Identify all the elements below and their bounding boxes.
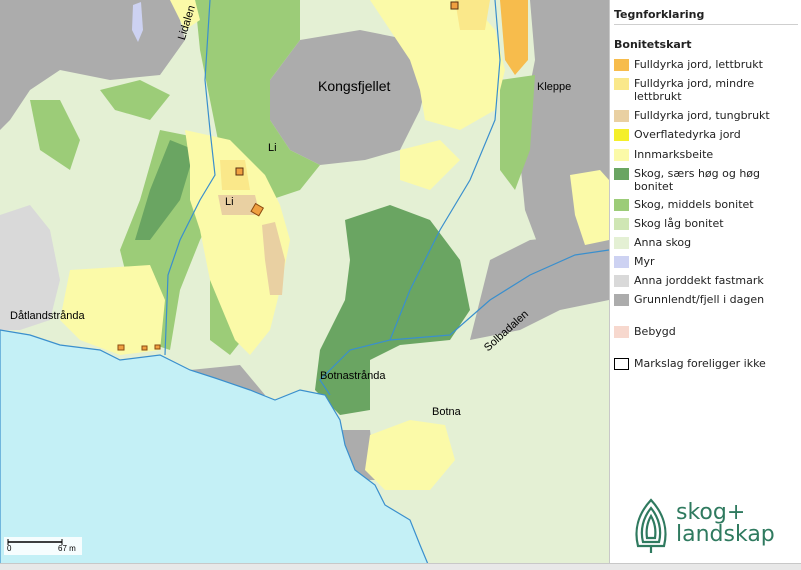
legend-label: Fulldyrka jord, lettbrukt: [634, 58, 763, 71]
legend-label: Fulldyrka jord, mindre lettbrukt: [634, 77, 755, 103]
legend-swatch: [614, 326, 629, 338]
legend-swatch: [614, 149, 629, 161]
area-mindre-lettbrukt: [220, 160, 250, 190]
legend-swatch: [614, 59, 629, 71]
logo-text-line2: landskap: [676, 522, 775, 547]
legend-label: Skog, middels bonitet: [634, 198, 754, 211]
legend-label: Skog låg bonitet: [634, 217, 724, 230]
building-icon: [235, 167, 244, 176]
area-mindre-lettbrukt: [455, 0, 490, 30]
map-view[interactable]: Lidalen Kongsfjellet Kleppe Li Li Dåtlan…: [0, 0, 609, 569]
legend-panel: Tegnforklaring Bonitetskart Fulldyrka jo…: [609, 0, 801, 569]
legend-swatch: [614, 237, 629, 249]
place-label-kongsfjellet: Kongsfjellet: [318, 78, 391, 94]
legend-swatch: [614, 218, 629, 230]
legend-label: Overflatedyrka jord: [634, 128, 741, 141]
place-label-botna: Botna: [432, 406, 461, 418]
legend-label: Myr: [634, 255, 655, 268]
legend-swatch: [614, 294, 629, 306]
legend-title: Tegnforklaring: [614, 6, 798, 25]
legend-label: Markslag foreligger ikke: [634, 357, 766, 370]
legend-label: Skog, særs høg og høg bonitet: [634, 167, 761, 193]
legend-swatch: [614, 199, 629, 211]
scalebar-start-label: 0: [7, 544, 12, 553]
building-icon: [117, 344, 125, 351]
building-icon: [154, 344, 161, 350]
scalebar-end-label: 67 m: [58, 544, 76, 553]
legend-swatch: [614, 358, 629, 370]
logo: skog+ landskap: [626, 496, 796, 556]
building-icon: [450, 1, 459, 10]
place-label-botnastranda: Botnastrånda: [320, 370, 386, 382]
place-label-kleppe: Kleppe: [537, 81, 572, 93]
leaf-logo-icon: [635, 498, 667, 553]
building-icon: [141, 345, 148, 351]
legend-swatch: [614, 78, 629, 90]
legend-swatch: [614, 168, 629, 180]
legend-swatch: [614, 129, 629, 141]
legend-label: Bebygd: [634, 325, 676, 338]
legend-label: Grunnlendt/fjell i dagen: [634, 293, 765, 306]
legend-label: Fulldyrka jord, tungbrukt: [634, 109, 770, 122]
legend-swatch: [614, 110, 629, 122]
map-canvas[interactable]: [0, 0, 609, 569]
legend-label: Anna jorddekt fastmark: [634, 274, 764, 287]
legend-label: Innmarksbeite: [634, 148, 714, 161]
legend-swatch: [614, 275, 629, 287]
place-label-li-upper: Li: [268, 142, 277, 154]
place-label-datlandstranda: Dåtlandstrånda: [10, 310, 85, 322]
logo-text-line1: skog+: [676, 500, 746, 525]
legend-subtitle: Bonitetskart: [614, 38, 692, 51]
legend-label: Anna skog: [634, 236, 692, 249]
place-label-li-lower: Li: [225, 196, 234, 208]
legend-swatch: [614, 256, 629, 268]
